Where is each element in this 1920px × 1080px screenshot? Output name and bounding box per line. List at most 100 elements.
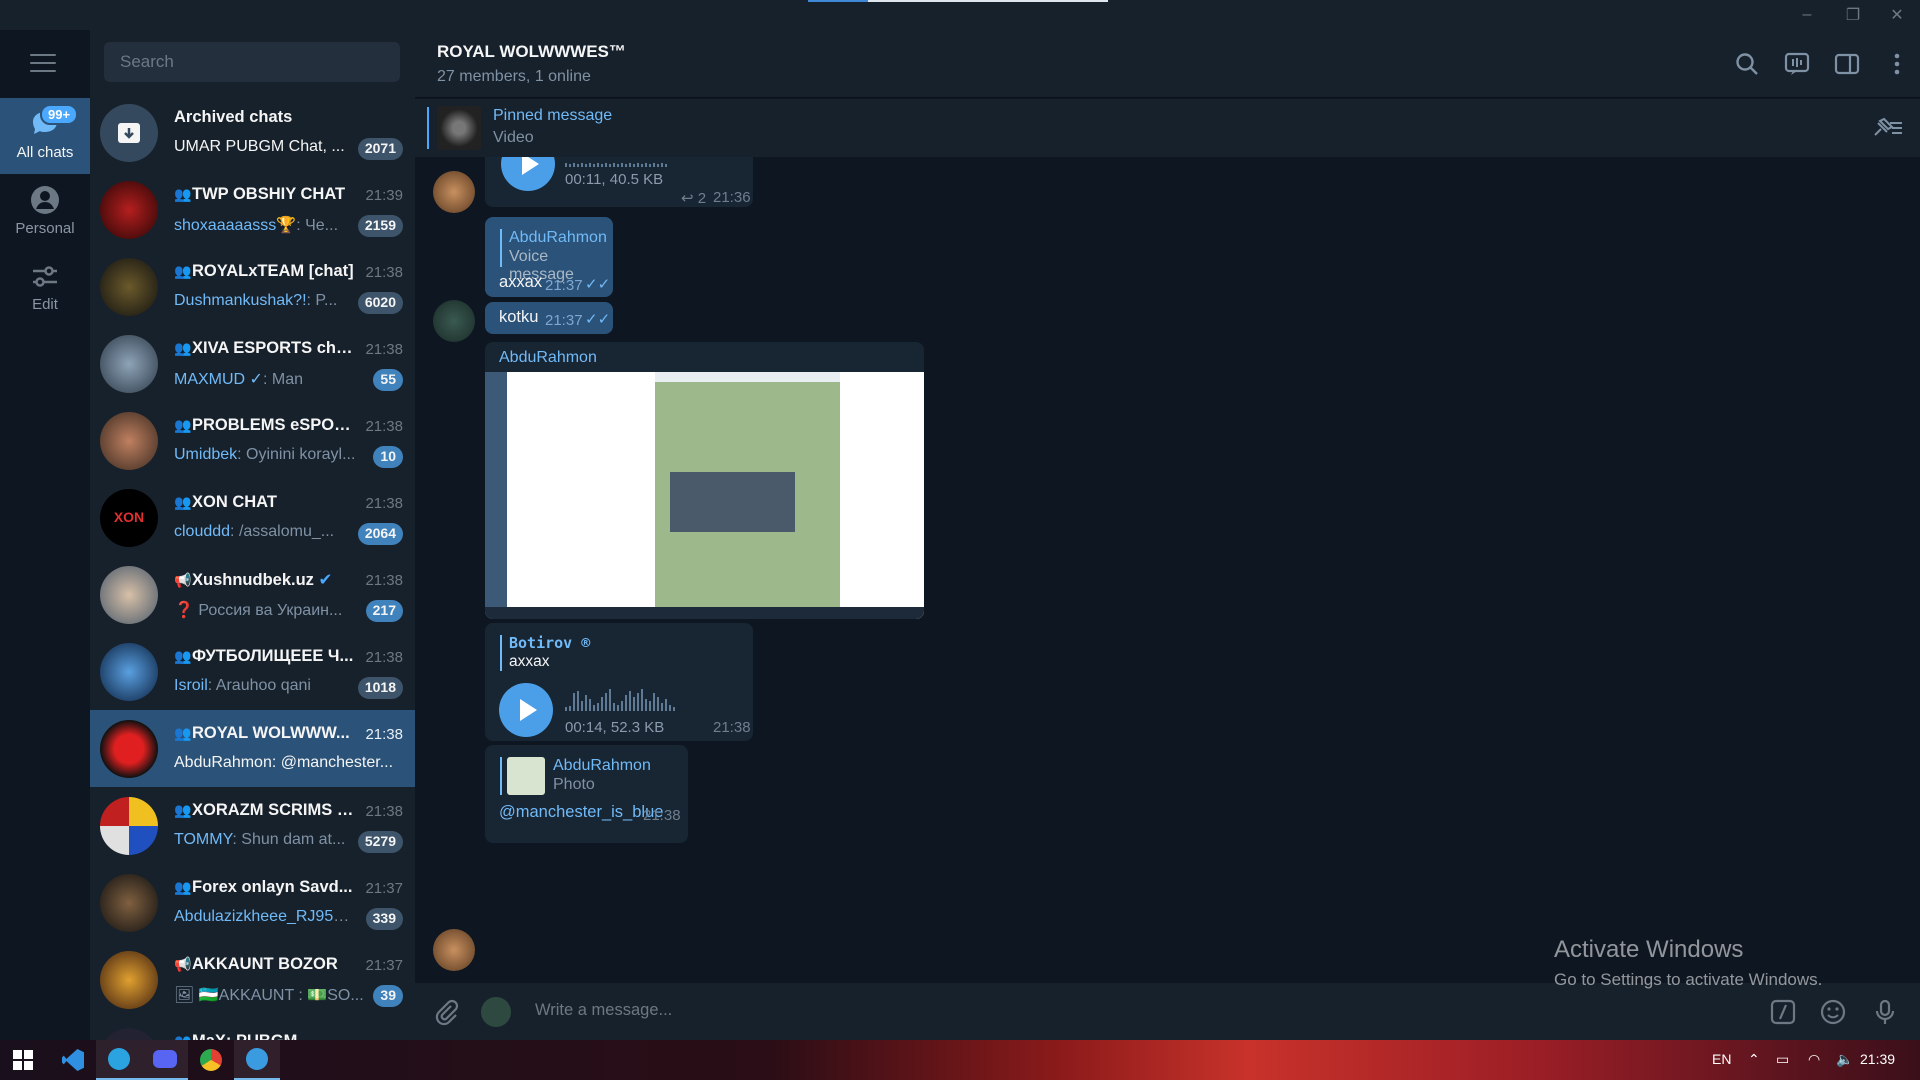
chat-item[interactable]: 👥ФУТБОЛИЩЕЕЕ Ч... 21:38 Isroil: Arauhoo … <box>90 633 415 710</box>
voice-message[interactable]: Botirov ® axxax 00:14, 52.3 KB 21:38 <box>485 623 753 741</box>
close-button[interactable]: ✕ <box>1874 0 1920 30</box>
avatar: XON <box>100 489 158 547</box>
vscode-taskbar-button[interactable] <box>50 1040 96 1080</box>
waveform[interactable] <box>565 681 675 711</box>
photo-image[interactable] <box>485 372 924 619</box>
chat-time: 21:38 <box>365 649 403 666</box>
reply-count[interactable]: ↩ 2 <box>681 189 706 207</box>
unread-count: 217 <box>365 600 403 622</box>
chrome-taskbar-button[interactable] <box>188 1040 234 1080</box>
message-incoming[interactable]: AbduRahmon Photo @manchester_is_blue 21:… <box>485 745 688 843</box>
vscode-icon <box>62 1049 84 1071</box>
unread-count: 5279 <box>357 831 403 853</box>
menu-icon[interactable] <box>30 54 56 74</box>
chat-time: 21:37 <box>365 957 403 974</box>
mention-link[interactable]: @manchester_is_blue <box>499 803 663 822</box>
waveform[interactable] <box>565 157 667 167</box>
chat-item[interactable]: 👥TWP OBSHIY CHAT 21:39 shoxaaaaasss🏆: Че… <box>90 171 415 248</box>
group-icon: 👥 <box>174 494 192 510</box>
chat-preview: TOMMY: Shun dam at... <box>174 831 346 848</box>
message-list[interactable]: 00:11, 40.5 KB ↩ 2 21:36 AbduRahmon Voic… <box>415 157 1920 983</box>
chat-item[interactable]: 👥ROYALxTEAM [chat] 21:38 Dushmankushak?!… <box>90 248 415 325</box>
chat-item[interactable]: 📢Xushnudbek.uz ✔ 21:38 ❓ Россия ва Украи… <box>90 556 415 633</box>
play-button[interactable] <box>501 157 555 191</box>
pinned-message-bar[interactable]: Pinned message Video <box>415 99 1920 157</box>
chat-item-archived[interactable]: Archived chats UMAR PUBGM Chat, ... 2071 <box>90 94 415 171</box>
folder-edit[interactable]: Edit <box>0 250 90 326</box>
volume-icon[interactable]: 🔈 <box>1836 1051 1853 1068</box>
more-icon[interactable] <box>1883 50 1911 78</box>
message-text: axxax <box>499 273 543 291</box>
wifi-icon[interactable]: ◠ <box>1808 1051 1820 1068</box>
chat-item[interactable]: 👥XORAZM SCRIMS 🏆 21:38 TOMMY: Shun dam a… <box>90 787 415 864</box>
loading-progress <box>808 0 1108 2</box>
message-time: 21:38 <box>643 807 681 824</box>
chat-name: 👥XON CHAT <box>174 493 277 511</box>
message-outgoing[interactable]: kotku 21:37 ✓✓ <box>485 302 613 334</box>
chat-item[interactable]: 📢AKKAUNT BOZOR 21:37 🖼 🇺🇿AKKAUNT : 💵SO..… <box>90 941 415 1018</box>
telegram-icon <box>108 1048 130 1070</box>
chat-name: 👥ФУТБОЛИЩЕЕЕ Ч... <box>174 647 354 665</box>
group-icon: 👥 <box>174 186 192 202</box>
avatar[interactable] <box>433 929 475 971</box>
folder-personal[interactable]: Personal <box>0 174 90 250</box>
watermark-title: Activate Windows <box>1554 936 1744 963</box>
chat-preview: Umidbek: Oyinini korayl... <box>174 446 356 463</box>
chat-preview: shoxaaaaasss🏆: Че... <box>174 217 339 234</box>
send-as-avatar[interactable] <box>481 997 511 1027</box>
verified-icon: ✔ <box>318 571 333 589</box>
photo-message[interactable]: AbduRahmon <box>485 342 924 619</box>
message-outgoing[interactable]: AbduRahmon Voice message axxax 21:37 ✓✓ <box>485 217 613 297</box>
composer-bar: Write a message... <box>415 983 1920 1040</box>
emoji-icon[interactable] <box>1818 997 1848 1027</box>
edge-taskbar-button[interactable] <box>234 1040 280 1080</box>
clock[interactable]: 21:39 <box>1860 1051 1895 1067</box>
sidebar-toggle-icon[interactable] <box>1833 50 1861 78</box>
attach-icon[interactable] <box>431 997 461 1027</box>
chat-header[interactable]: ROYAL WOLWWWES™ 27 members, 1 online <box>415 30 1920 98</box>
voice-duration: 00:14, 52.3 KB <box>565 719 665 736</box>
chat-item[interactable]: 👥XIVA ESPORTS chat... 21:38 MAXMUD ✓: Ma… <box>90 325 415 402</box>
chat-item[interactable]: XON 👥XON CHAT 21:38 clouddd: /assalomu_.… <box>90 479 415 556</box>
group-icon: 👥 <box>174 1033 192 1040</box>
battery-icon[interactable]: ▭ <box>1776 1051 1789 1068</box>
message-text: kotku <box>499 308 539 326</box>
telegram-taskbar-button[interactable] <box>96 1040 142 1080</box>
start-button[interactable] <box>0 1040 46 1080</box>
message-input[interactable]: Write a message... <box>535 1001 672 1020</box>
chevron-up-icon[interactable]: ⌃ <box>1748 1051 1760 1068</box>
play-button[interactable] <box>499 683 553 737</box>
bot-commands-icon[interactable] <box>1768 997 1798 1027</box>
reply-bar <box>500 229 502 267</box>
microphone-icon[interactable] <box>1870 997 1900 1027</box>
chat-preview: Abdulazizkheee_RJ95™:... <box>174 908 364 925</box>
voice-message[interactable]: 00:11, 40.5 KB ↩ 2 21:36 <box>485 157 753 207</box>
pinned-subtitle: Video <box>493 129 534 146</box>
unread-count: 2064 <box>357 523 403 545</box>
title-bar: – ❐ ✕ <box>0 0 1920 30</box>
minimize-button[interactable]: – <box>1784 0 1830 30</box>
search-input[interactable]: Search <box>104 42 400 82</box>
avatar <box>100 720 158 778</box>
chat-item[interactable]: 👥Forex onlayn Savd... 21:37 Abdulazizkhe… <box>90 864 415 941</box>
pinned-list-icon[interactable] <box>1870 115 1904 141</box>
telegram-window: – ❐ ✕ 99+ All chats Personal Edit Search… <box>0 0 1920 1040</box>
avatar <box>100 643 158 701</box>
chat-item[interactable]: 👥PROBLEMS eSPOR... 21:38 Umidbek: Oyinin… <box>90 402 415 479</box>
chat-name: 👥XORAZM SCRIMS 🏆 <box>174 801 354 819</box>
discord-taskbar-button[interactable] <box>142 1040 188 1080</box>
sender-name[interactable]: AbduRahmon <box>499 349 597 367</box>
avatar <box>100 1028 158 1040</box>
restore-button[interactable]: ❐ <box>1830 0 1876 30</box>
voice-chat-icon[interactable] <box>1783 50 1811 78</box>
search-icon[interactable] <box>1733 50 1761 78</box>
activate-windows-watermark: Activate Windows Go to Settings to activ… <box>1554 936 1822 990</box>
avatar[interactable] <box>433 300 475 342</box>
chat-preview: 🖼 🇺🇿AKKAUNT : 💵SO... <box>174 987 364 1004</box>
message-time: 21:37 <box>545 277 583 294</box>
chat-item[interactable]: 👥MaX: PUBGM <box>90 1018 415 1040</box>
folder-all-chats[interactable]: 99+ All chats <box>0 98 90 174</box>
avatar[interactable] <box>433 171 475 213</box>
language-indicator[interactable]: EN <box>1712 1051 1731 1067</box>
chat-item-active[interactable]: 👥ROYAL WOLWWW... 21:38 AbduRahmon: @manc… <box>90 710 415 787</box>
